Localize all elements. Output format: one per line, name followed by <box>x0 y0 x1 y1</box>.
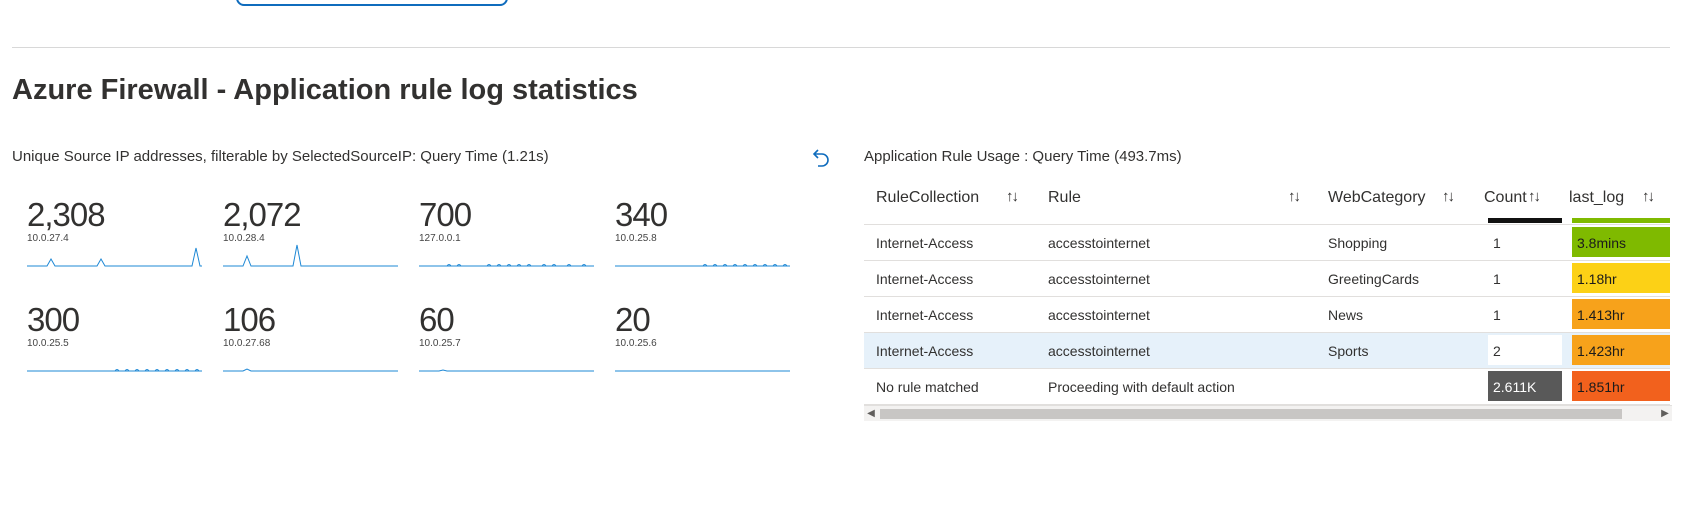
cell-rulecollection: Internet-Access <box>876 271 974 287</box>
tile-count: 60 <box>419 301 455 338</box>
table-row[interactable]: Internet-Access accesstointernet GreetingC… <box>864 261 1670 297</box>
count-value: 2 <box>1493 343 1501 359</box>
cell-last-log: 1.851hr <box>1572 371 1670 401</box>
source-ip-tile[interactable]: 106 10.0.27.68 <box>208 301 398 396</box>
scroll-left-icon[interactable]: ◀ <box>864 406 878 421</box>
cell-webcategory: News <box>1328 307 1364 323</box>
sort-arrows-icon[interactable]: ↑↓ <box>1288 188 1301 205</box>
sparkline-path <box>223 244 398 267</box>
count-value: 1 <box>1493 307 1501 323</box>
cell-count: 1 <box>1488 263 1562 293</box>
cell-rulecollection: No rule matched <box>876 379 979 395</box>
sort-arrows-icon[interactable]: ↑↓ <box>1442 188 1455 205</box>
sparkline <box>615 370 790 372</box>
column-header-last-log[interactable]: last_log <box>1569 189 1624 207</box>
source-ip-panel-title: Unique Source IP addresses, filterable b… <box>12 148 549 165</box>
cell-rule: Proceeding with default action <box>1048 379 1235 395</box>
sparkline-path <box>223 368 398 372</box>
sort-arrows-icon[interactable]: ↑↓ <box>1006 188 1019 205</box>
cell-last-log: 1.413hr <box>1572 299 1670 329</box>
table-row[interactable]: Internet-Access accesstointernet News 1 1.41… <box>864 297 1670 333</box>
sparkline <box>27 369 202 372</box>
source-ip-tile[interactable]: 340 10.0.25.8 <box>600 196 790 291</box>
cell-rule: accesstointernet <box>1048 343 1150 359</box>
cell-rule: accesstointernet <box>1048 235 1150 251</box>
sparkline <box>223 368 398 372</box>
sparkline <box>223 244 398 267</box>
top-button[interactable] <box>236 0 508 6</box>
source-ip-tile[interactable]: 300 10.0.25.5 <box>12 301 202 396</box>
sparkline-path <box>27 247 202 267</box>
horizontal-scrollbar[interactable]: ◀ ▶ <box>864 405 1672 421</box>
source-ip-tile[interactable]: 2,072 10.0.28.4 <box>208 196 398 291</box>
count-value: 1 <box>1493 235 1501 251</box>
source-ip-tile[interactable]: 60 10.0.25.7 <box>404 301 594 396</box>
scroll-right-icon[interactable]: ▶ <box>1658 406 1672 421</box>
tile-count: 106 <box>223 301 276 338</box>
tile-count: 2,308 <box>27 196 106 233</box>
source-ip-tile[interactable]: 700 127.0.0.1 <box>404 196 594 291</box>
cell-rulecollection: Internet-Access <box>876 343 974 359</box>
tile-count: 2,072 <box>223 196 302 233</box>
cell-webcategory: GreetingCards <box>1328 271 1420 287</box>
sparkline <box>419 369 594 372</box>
last-log-value: 3.8mins <box>1577 235 1627 251</box>
cell-rule: accesstointernet <box>1048 271 1150 287</box>
last-log-column-bar <box>1572 218 1670 223</box>
table-row[interactable]: No rule matched Proceeding with default a… <box>864 369 1670 405</box>
undo-icon[interactable] <box>810 146 832 168</box>
sparkline <box>27 247 202 267</box>
column-header-rulecollection[interactable]: RuleCollection <box>876 189 979 207</box>
last-log-value: 1.18hr <box>1577 271 1617 287</box>
sort-arrows-icon[interactable]: ↑↓ <box>1642 188 1655 205</box>
tile-count: 20 <box>615 301 651 338</box>
table-row[interactable]: Internet-Access accesstointernet Sports 2 1.… <box>864 333 1670 369</box>
count-column-bar <box>1488 218 1562 223</box>
cell-last-log: 1.18hr <box>1572 263 1670 293</box>
sparkline <box>615 264 790 267</box>
scrollbar-thumb[interactable] <box>880 409 1622 419</box>
rule-usage-panel-title: Application Rule Usage : Query Time (493… <box>864 148 1182 165</box>
cell-last-log: 1.423hr <box>1572 335 1670 365</box>
cell-webcategory: Shopping <box>1328 235 1388 251</box>
column-header-rule[interactable]: Rule <box>1048 189 1081 207</box>
tile-count: 300 <box>27 301 80 338</box>
cell-count: 1 <box>1488 227 1562 257</box>
cell-rulecollection: Internet-Access <box>876 307 974 323</box>
source-ip-tile[interactable]: 20 10.0.25.6 <box>600 301 790 396</box>
source-ip-tile[interactable]: 2,308 10.0.27.4 <box>12 196 202 291</box>
sort-arrows-icon[interactable]: ↑↓ <box>1528 188 1541 205</box>
column-header-webcategory[interactable]: WebCategory <box>1328 189 1426 207</box>
count-value: 1 <box>1493 271 1501 287</box>
last-log-value: 1.413hr <box>1577 307 1625 323</box>
cell-count: 2.611K <box>1488 371 1562 401</box>
tile-count: 340 <box>615 196 668 233</box>
last-log-value: 1.423hr <box>1577 343 1625 359</box>
tile-count: 700 <box>419 196 472 233</box>
cell-rulecollection: Internet-Access <box>876 235 974 251</box>
cell-webcategory: Sports <box>1328 343 1369 359</box>
sparkline <box>419 264 594 267</box>
page-title: Azure Firewall - Application rule log st… <box>12 74 638 106</box>
column-header-count[interactable]: Count <box>1484 189 1527 207</box>
cell-count: 1 <box>1488 299 1562 329</box>
cell-count: 2 <box>1488 335 1562 365</box>
last-log-value: 1.851hr <box>1577 379 1625 395</box>
cell-last-log: 3.8mins <box>1572 227 1670 257</box>
section-divider <box>12 47 1670 48</box>
cell-rule: accesstointernet <box>1048 307 1150 323</box>
sparkline-path <box>419 369 594 372</box>
table-row[interactable]: Internet-Access accesstointernet Shopping 1… <box>864 225 1670 261</box>
count-value: 2.611K <box>1493 379 1537 395</box>
